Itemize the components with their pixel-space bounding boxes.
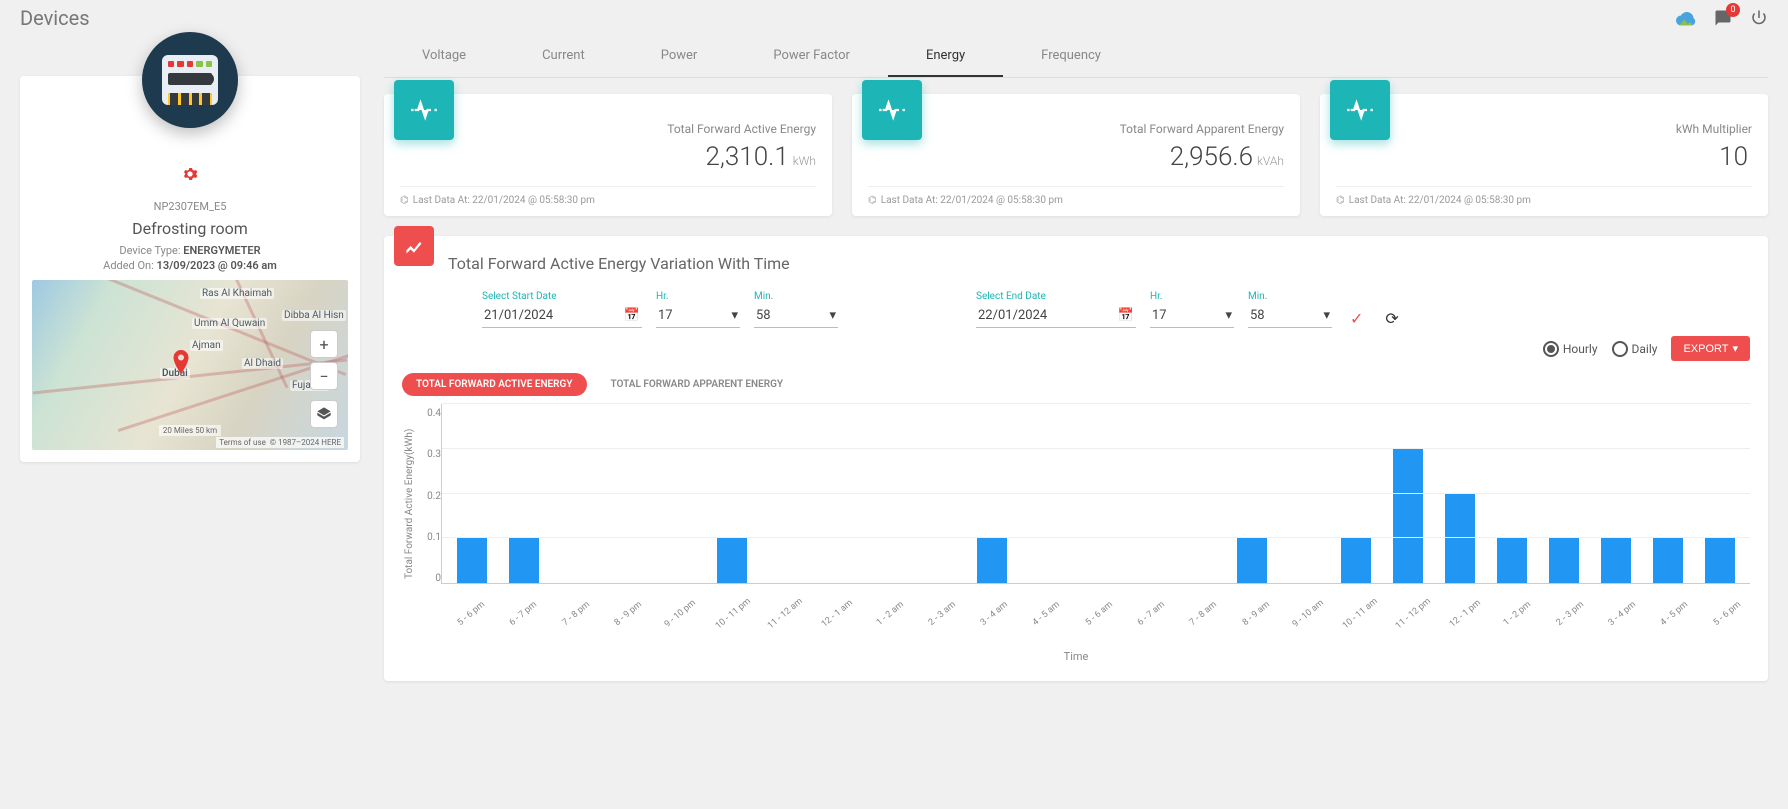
bar (1549, 538, 1579, 583)
series-tab-0[interactable]: TOTAL FORWARD ACTIVE ENERGY (402, 373, 587, 396)
tab-voltage[interactable]: Voltage (384, 36, 504, 77)
page-title: Devices (20, 6, 90, 30)
tab-frequency[interactable]: Frequency (1003, 36, 1139, 77)
map-attribution: Terms of use © 1987–2024 HERE (216, 437, 344, 448)
daily-radio[interactable]: Daily (1612, 341, 1658, 357)
y-axis-label: Total Forward Active Energy(kWh) (402, 404, 417, 604)
notification-badge: 0 (1726, 3, 1740, 17)
tab-power[interactable]: Power (623, 36, 736, 77)
bar (1705, 538, 1735, 583)
tab-current[interactable]: Current (504, 36, 623, 77)
chevron-down-icon: ▾ (1225, 308, 1232, 323)
chart-plot (441, 404, 1750, 584)
bar (1341, 538, 1371, 583)
stat-card-2: kWh Multiplier 10 ⌬ Last Data At: 22/01/… (1320, 94, 1768, 216)
bar (1601, 538, 1631, 583)
start-date-input[interactable]: 21/01/2024📅 (482, 304, 642, 328)
bar (1237, 538, 1267, 583)
bar (1393, 449, 1423, 583)
export-button[interactable]: EXPORT▾ (1671, 336, 1750, 361)
layers-button[interactable] (310, 400, 338, 428)
apply-icon[interactable]: ✓ (1346, 309, 1367, 328)
bar (717, 538, 747, 583)
tab-power-factor[interactable]: Power Factor (735, 36, 888, 77)
stat-card-1: Total Forward Apparent Energy 2,956.6kVA… (852, 94, 1300, 216)
map-scale: 20 Miles 50 km (159, 425, 221, 436)
zoom-in-button[interactable]: + (310, 330, 338, 358)
start-min-select[interactable]: 58▾ (754, 304, 838, 328)
device-map[interactable]: Ras Al Khaimah Umm Al Quwain Ajman Dubai… (32, 280, 348, 450)
bar (1445, 494, 1475, 584)
chevron-down-icon: ▾ (731, 308, 738, 323)
series-tab-1[interactable]: TOTAL FORWARD APPARENT ENERGY (597, 373, 798, 396)
bar (509, 538, 539, 583)
chevron-down-icon: ▾ (1323, 308, 1330, 323)
device-added: Added On: 13/09/2023 @ 09:46 am (32, 259, 348, 272)
map-pin-icon (172, 350, 190, 374)
end-hour-select[interactable]: 17▾ (1150, 304, 1234, 328)
pulse-icon (862, 80, 922, 140)
share-icon: ⌬ (1336, 195, 1345, 206)
start-hour-select[interactable]: 17▾ (656, 304, 740, 328)
share-icon: ⌬ (400, 195, 409, 206)
power-icon[interactable] (1750, 9, 1768, 27)
chart-title: Total Forward Active Energy Variation Wi… (448, 254, 1750, 273)
device-name: Defrosting room (32, 219, 348, 238)
end-min-select[interactable]: 58▾ (1248, 304, 1332, 328)
chart-card: Total Forward Active Energy Variation Wi… (384, 236, 1768, 681)
stat-card-0: Total Forward Active Energy 2,310.1kWh ⌬… (384, 94, 832, 216)
pulse-icon (394, 80, 454, 140)
share-icon: ⌬ (868, 195, 877, 206)
device-type: Device Type: ENERGYMETER (32, 244, 348, 257)
hourly-radio[interactable]: Hourly (1543, 341, 1598, 357)
bar (457, 538, 487, 583)
calendar-icon: 📅 (624, 308, 640, 323)
bar (1653, 538, 1683, 583)
end-date-input[interactable]: 22/01/2024📅 (976, 304, 1136, 328)
chevron-down-icon: ▾ (1732, 342, 1738, 355)
device-id: NP2307EM_E5 (32, 200, 348, 213)
chat-icon[interactable]: 0 (1714, 9, 1732, 27)
calendar-icon: 📅 (1118, 308, 1134, 323)
cloud-icon[interactable] (1676, 10, 1696, 26)
tab-bar: VoltageCurrentPowerPower FactorEnergyFre… (384, 36, 1768, 78)
bar (1497, 538, 1527, 583)
tab-energy[interactable]: Energy (888, 36, 1003, 77)
bar (977, 538, 1007, 583)
chevron-down-icon: ▾ (829, 308, 836, 323)
device-card: NP2307EM_E5 Defrosting room Device Type:… (20, 76, 360, 462)
chart-type-icon (394, 226, 434, 266)
pulse-icon (1330, 80, 1390, 140)
gear-icon[interactable] (182, 166, 198, 182)
zoom-out-button[interactable]: − (310, 362, 338, 390)
device-avatar (142, 32, 238, 128)
refresh-icon[interactable]: ⟳ (1381, 309, 1402, 328)
x-axis-label: Time (402, 650, 1750, 663)
